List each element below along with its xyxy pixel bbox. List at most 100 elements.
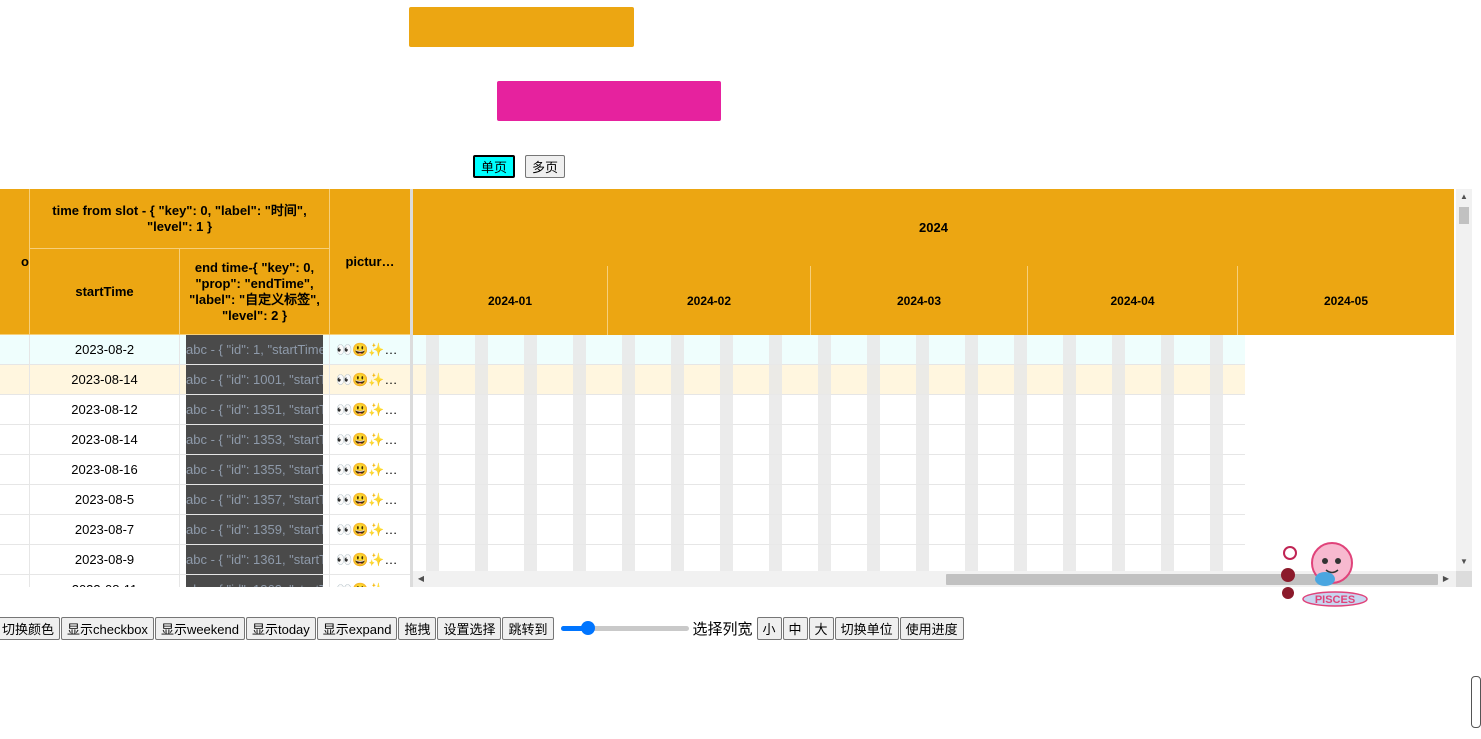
weekend-stripe	[1210, 335, 1223, 571]
column-header-start-time[interactable]: startTime	[30, 249, 180, 335]
end-time-cell: abc - { "id": 1001, "startTi	[180, 365, 330, 394]
gantt-table: o time from slot - { "key": 0, "label": …	[0, 189, 410, 587]
weekend-stripe	[573, 335, 586, 571]
table-row[interactable]: 2023-08-14 abc - { "id": 1353, "startTi 👀😃…	[0, 425, 410, 455]
picture-cell: 👀😃✨…	[336, 492, 398, 507]
timeline-month-header: 2024-03	[811, 266, 1028, 335]
switch-color-button[interactable]: 切换颜色	[0, 617, 61, 640]
show-expand-button[interactable]: 显示expand	[316, 617, 398, 640]
weekend-stripe	[622, 335, 635, 571]
weekend-stripe	[1014, 335, 1027, 571]
weekend-stripe	[475, 335, 488, 571]
timeline-month-header: 2024-02	[608, 266, 811, 335]
timeline-area: 2024 2024-01 2024-02 2024-03 2024-04 202…	[413, 189, 1456, 587]
weekend-stripe	[524, 335, 537, 571]
timeline-month-header: 2024-01	[413, 266, 608, 335]
scroll-left-arrow-icon[interactable]: ◀	[416, 574, 426, 584]
end-time-cell: abc - { "id": 1353, "startTi	[180, 425, 330, 454]
multi-page-button[interactable]: 多页	[525, 155, 566, 178]
set-select-button[interactable]: 设置选择	[437, 617, 502, 640]
picture-cell: 👀😃✨…	[336, 342, 398, 357]
weekend-stripe	[769, 335, 782, 571]
row-cell-partial	[0, 335, 30, 364]
scroll-right-arrow-icon[interactable]: ▶	[1441, 574, 1451, 584]
table-row[interactable]: 2023-08-12 abc - { "id": 1351, "startTi 👀😃…	[0, 395, 410, 425]
use-progress-button[interactable]: 使用进度	[899, 617, 964, 640]
end-time-slot: abc - { "id": 1353, "startTi	[186, 425, 323, 454]
size-large-button[interactable]: 大	[808, 617, 834, 640]
start-time-cell: 2023-08-7	[30, 515, 180, 544]
show-weekend-button[interactable]: 显示weekend	[154, 617, 245, 640]
table-row[interactable]: 2023-08-9 abc - { "id": 1361, "startTi 👀😃✨…	[0, 545, 410, 575]
end-time-slot: abc - { "id": 1363, "startTi	[186, 575, 323, 587]
weekend-stripe	[1161, 335, 1174, 571]
weekend-stripe	[426, 335, 439, 571]
end-time-slot: abc - { "id": 1351, "startTi	[186, 395, 323, 424]
timeline-month-header: 2024-05	[1238, 266, 1454, 335]
show-today-button[interactable]: 显示today	[245, 617, 316, 640]
scroll-up-arrow-icon[interactable]: ▲	[1459, 192, 1469, 202]
column-width-label: 选择列宽	[692, 621, 753, 638]
weekend-stripe	[1112, 335, 1125, 571]
weekend-stripe	[671, 335, 684, 571]
vertical-scrollbar[interactable]: ▲ ▼	[1456, 189, 1472, 571]
weekend-stripe	[916, 335, 929, 571]
end-time-cell: abc - { "id": 1351, "startTi	[180, 395, 330, 424]
weekend-stripe	[965, 335, 978, 571]
table-row[interactable]: 2023-08-5 abc - { "id": 1357, "startTi 👀😃✨…	[0, 485, 410, 515]
orange-block	[409, 7, 634, 47]
table-row[interactable]: 2023-08-14 abc - { "id": 1001, "startTi 👀😃…	[0, 365, 410, 395]
pink-block	[497, 81, 721, 121]
weekend-stripe	[818, 335, 831, 571]
drag-button[interactable]: 拖拽	[398, 617, 437, 640]
start-time-cell: 2023-08-2	[30, 335, 180, 364]
picture-cell: 👀😃✨…	[336, 552, 398, 567]
timeline-grid[interactable]	[413, 335, 1245, 571]
start-time-cell: 2023-08-12	[30, 395, 180, 424]
pisces-mascot[interactable]: PISCES	[1280, 535, 1370, 610]
row-cell-partial	[0, 545, 30, 574]
size-medium-button[interactable]: 中	[782, 617, 808, 640]
end-time-slot: abc - { "id": 1355, "startTi	[186, 455, 323, 484]
end-time-slot: abc - { "id": 1361, "startTi	[186, 545, 323, 574]
picture-cell: 👀😃✨…	[336, 372, 398, 387]
column-header-end-time[interactable]: end time-{ "key": 0, "prop": "endTime", …	[180, 249, 330, 335]
end-time-slot: abc - { "id": 1359, "startTi	[186, 515, 323, 544]
row-cell-partial	[0, 365, 30, 394]
table-row[interactable]: 2023-08-16 abc - { "id": 1355, "startTi 👀😃…	[0, 455, 410, 485]
end-time-cell: abc - { "id": 1355, "startTi	[180, 455, 330, 484]
picture-cell: 👀😃✨…	[336, 432, 398, 447]
picture-cell: 👀😃✨…	[336, 402, 398, 417]
picture-cell: 👀😃✨…	[336, 462, 398, 477]
vertical-scroll-thumb[interactable]	[1459, 207, 1469, 224]
show-checkbox-button[interactable]: 显示checkbox	[61, 617, 154, 640]
table-row[interactable]: 2023-08-7 abc - { "id": 1359, "startTi 👀😃✨…	[0, 515, 410, 545]
column-header-picture[interactable]: pictur…	[330, 189, 410, 335]
start-time-cell: 2023-08-16	[30, 455, 180, 484]
end-time-cell: abc - { "id": 1, "startTime"	[180, 335, 330, 364]
row-cell-partial	[0, 425, 30, 454]
switch-unit-button[interactable]: 切换单位	[834, 617, 899, 640]
timeline-month-header: 2024-04	[1028, 266, 1238, 335]
end-time-cell: abc - { "id": 1359, "startTi	[180, 515, 330, 544]
row-cell-partial	[0, 485, 30, 514]
jump-to-button[interactable]: 跳转到	[502, 617, 554, 640]
single-page-button[interactable]: 单页	[473, 155, 516, 178]
edge-scroll-indicator[interactable]	[1471, 676, 1481, 728]
scroll-down-arrow-icon[interactable]: ▼	[1459, 557, 1469, 567]
column-width-slider[interactable]	[560, 621, 689, 635]
end-time-slot: abc - { "id": 1357, "startTi	[186, 485, 323, 514]
toolbar: 切换颜色 显示checkbox 显示weekend 显示today 显示expa…	[0, 617, 965, 640]
picture-cell: 👀😃✨…	[330, 575, 410, 587]
pisces-text: PISCES	[1315, 594, 1355, 606]
slider-knob[interactable]	[580, 621, 595, 635]
scrollbar-corner	[1456, 571, 1472, 587]
timeline-year-header: 2024	[413, 189, 1454, 267]
size-small-button[interactable]: 小	[756, 617, 782, 640]
row-cell-partial	[0, 455, 30, 484]
table-row[interactable]: 2023-08-2 abc - { "id": 1, "startTime" 👀😃✨…	[0, 335, 410, 365]
start-time-cell: 2023-08-11	[30, 575, 180, 587]
table-row[interactable]: 2023-08-11 abc - { "id": 1363, "startTi 👀😃…	[0, 575, 410, 587]
start-time-cell: 2023-08-14	[30, 365, 180, 394]
end-time-cell: abc - { "id": 1363, "startTi	[180, 575, 330, 587]
